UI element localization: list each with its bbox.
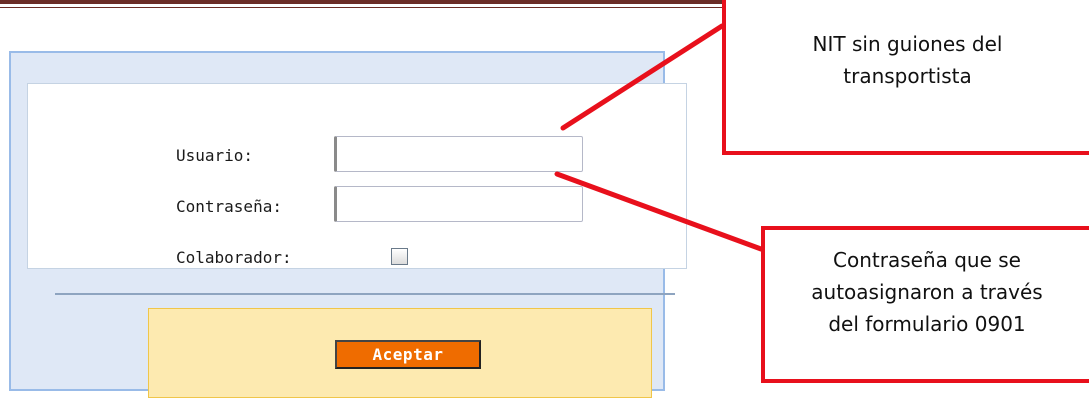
usuario-label: Usuario:	[176, 146, 254, 165]
login-fields-area: Usuario: Contraseña: Colaborador:	[27, 83, 687, 269]
contrasena-annotation-callout: Contraseña que se autoasignaron a través…	[761, 226, 1089, 383]
usuario-input[interactable]	[334, 136, 583, 172]
contrasena-label: Contraseña:	[176, 197, 282, 216]
aceptar-button[interactable]: Aceptar	[335, 340, 481, 369]
usuario-annotation-callout: NIT sin guiones del transportista	[722, 0, 1089, 155]
colaborador-label: Colaborador:	[176, 248, 292, 267]
form-separator	[55, 293, 675, 295]
colaborador-checkbox[interactable]	[391, 248, 408, 265]
contrasena-input[interactable]	[334, 186, 583, 222]
form-footer: Aceptar	[148, 308, 652, 398]
login-panel: Usuario: Contraseña: Colaborador: Acepta…	[9, 51, 687, 398]
